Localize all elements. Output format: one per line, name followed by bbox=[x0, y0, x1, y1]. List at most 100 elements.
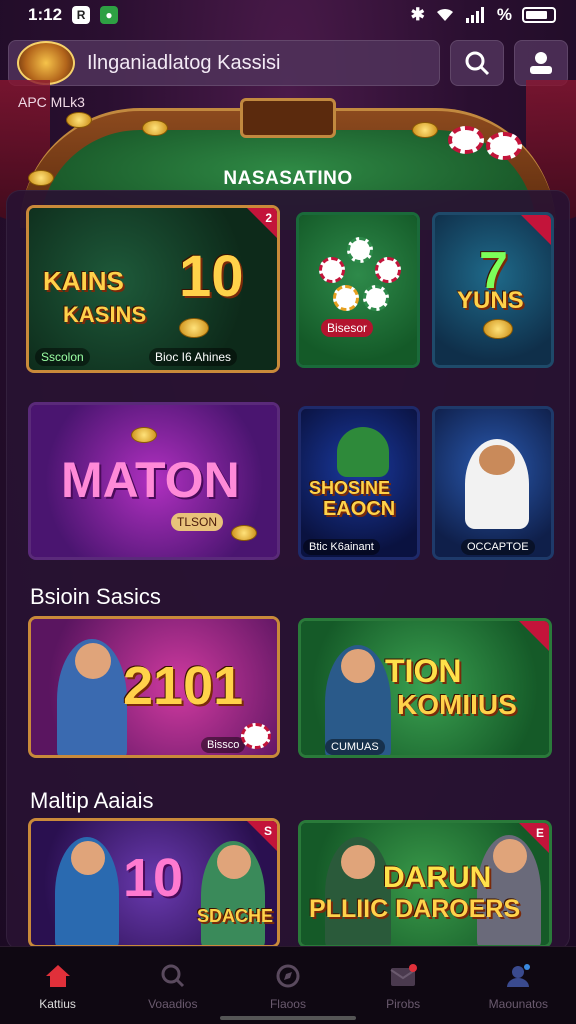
game-title: SHOSINE bbox=[309, 478, 391, 498]
game-tile[interactable]: 10 SDACHE S bbox=[28, 818, 280, 948]
character-illustration bbox=[201, 841, 265, 945]
corner-badge bbox=[519, 621, 549, 651]
poker-chip-decoration bbox=[333, 285, 359, 311]
coin-decoration bbox=[483, 319, 513, 339]
game-tile[interactable]: MATON TLSON bbox=[28, 402, 280, 560]
mail-icon bbox=[389, 963, 418, 989]
corner-badge bbox=[247, 208, 277, 238]
game-number: 10 bbox=[179, 244, 244, 309]
character-illustration bbox=[55, 837, 119, 945]
game-caption: Sscolon bbox=[35, 348, 90, 366]
coin-decoration bbox=[28, 170, 54, 186]
corner-badge-text: 2 bbox=[265, 211, 272, 225]
home-icon bbox=[44, 963, 72, 989]
app-logo bbox=[17, 41, 75, 85]
status-time: 1:12 bbox=[28, 5, 63, 24]
nav-item-messages[interactable]: Pirobs bbox=[358, 963, 448, 1011]
battery-icon bbox=[522, 7, 556, 23]
app-notification-icon: R bbox=[72, 6, 91, 24]
game-title: MATON bbox=[61, 452, 240, 508]
coin-decoration bbox=[131, 427, 157, 443]
bluetooth-icon: ✱ bbox=[410, 5, 425, 24]
character-illustration bbox=[325, 837, 391, 945]
status-bar: 1:12 R ● ✱ % bbox=[0, 0, 576, 30]
signal-text: % bbox=[496, 5, 512, 24]
compass-icon bbox=[274, 963, 302, 989]
poker-chip-decoration bbox=[363, 285, 389, 311]
nav-label: Pirobs bbox=[386, 997, 421, 1011]
game-subtitle: KOMIIUS bbox=[397, 689, 517, 720]
game-title: DARUN bbox=[383, 861, 492, 894]
game-tile[interactable]: Bisesor bbox=[296, 212, 420, 368]
game-tile[interactable]: SHOSINE EAOCN Btic K6ainant bbox=[298, 406, 420, 560]
poker-chip-decoration bbox=[241, 723, 271, 749]
poker-chip-decoration bbox=[375, 257, 401, 283]
coin-decoration bbox=[231, 525, 257, 541]
header: Ilnganiadlatog Kassisi bbox=[8, 40, 568, 86]
nav-item-profile[interactable]: Maounatos bbox=[473, 963, 563, 1011]
section-title: Bsioin Sasics bbox=[30, 584, 161, 609]
app-notification-icon: ● bbox=[100, 6, 119, 24]
table-title: NASASATINO bbox=[223, 168, 353, 189]
game-caption: CUMUAS bbox=[325, 739, 385, 755]
crown-user-icon bbox=[530, 52, 552, 74]
poker-chip-decoration bbox=[486, 132, 522, 160]
game-caption: Btic K6ainant bbox=[303, 539, 380, 555]
game-title: YUNS bbox=[457, 287, 524, 314]
promo-label: APC MLk3 bbox=[18, 94, 85, 110]
game-tile[interactable]: KAINS KASINS 10 Sscolon Bioc I6 Ahines 2 bbox=[26, 205, 280, 373]
search-icon bbox=[465, 51, 490, 76]
game-caption: OCCAPTOE bbox=[461, 539, 535, 555]
nav-label: Kattius bbox=[39, 997, 76, 1011]
coin-decoration bbox=[142, 120, 168, 136]
search-icon bbox=[159, 963, 187, 989]
game-number: 10 bbox=[123, 848, 184, 908]
character-illustration bbox=[465, 439, 529, 529]
game-tile[interactable]: OCCAPTOE bbox=[432, 406, 554, 560]
bottom-nav: Kattius Voaadios Flaoos Pirobs Maounatos bbox=[0, 946, 576, 1024]
game-number: 2101 bbox=[123, 656, 244, 716]
home-indicator[interactable] bbox=[220, 1016, 356, 1020]
corner-badge-text: E bbox=[535, 826, 544, 840]
nav-item-explore[interactable]: Flaoos bbox=[243, 963, 333, 1011]
section-title: Maltip Aaiais bbox=[30, 788, 154, 813]
game-caption: Bisesor bbox=[321, 319, 374, 337]
game-title: SDACHE bbox=[197, 906, 274, 926]
nav-label: Voaadios bbox=[148, 997, 198, 1011]
coin-decoration bbox=[412, 122, 438, 138]
game-subtitle: EAOCN bbox=[323, 498, 396, 520]
game-title: KAINS bbox=[43, 266, 124, 296]
game-subtitle: TLSON bbox=[171, 513, 224, 531]
poker-chip-decoration bbox=[347, 237, 373, 263]
character-illustration bbox=[337, 427, 389, 477]
game-tile[interactable]: 2101 Bissco bbox=[28, 616, 280, 758]
wifi-icon bbox=[436, 8, 453, 21]
nav-label: Flaoos bbox=[269, 997, 306, 1011]
poker-chip-decoration bbox=[448, 126, 484, 154]
corner-badge bbox=[519, 823, 549, 853]
search-text: Ilnganiadlatog Kassisi bbox=[87, 51, 281, 74]
game-title: TION bbox=[385, 653, 462, 689]
search-bar[interactable]: Ilnganiadlatog Kassisi bbox=[8, 40, 440, 86]
game-caption: Bioc I6 Ahines bbox=[149, 348, 238, 366]
search-button[interactable] bbox=[450, 40, 504, 86]
coin-decoration bbox=[179, 318, 209, 338]
game-tile[interactable]: TION KOMIIUS CUMUAS bbox=[298, 618, 552, 758]
nav-item-home[interactable]: Kattius bbox=[13, 963, 103, 1011]
signal-icon bbox=[465, 7, 484, 23]
profile-icon bbox=[504, 963, 532, 989]
table-slot bbox=[240, 98, 336, 138]
coin-decoration bbox=[66, 112, 92, 128]
corner-badge-text: S bbox=[263, 824, 272, 838]
nav-item-search[interactable]: Voaadios bbox=[128, 963, 218, 1011]
game-subtitle: KASINS bbox=[63, 302, 147, 327]
character-illustration bbox=[57, 639, 127, 755]
nav-label: Maounatos bbox=[488, 997, 549, 1011]
game-caption: Bissco bbox=[201, 737, 246, 753]
game-tile[interactable]: DARUN PLLIIC DAROERS E bbox=[298, 820, 552, 948]
game-subtitle: PLLIIC DAROERS bbox=[309, 895, 521, 923]
corner-badge bbox=[521, 215, 551, 245]
poker-chip-decoration bbox=[319, 257, 345, 283]
corner-badge bbox=[247, 821, 277, 851]
game-tile[interactable]: 7 YUNS bbox=[432, 212, 554, 368]
